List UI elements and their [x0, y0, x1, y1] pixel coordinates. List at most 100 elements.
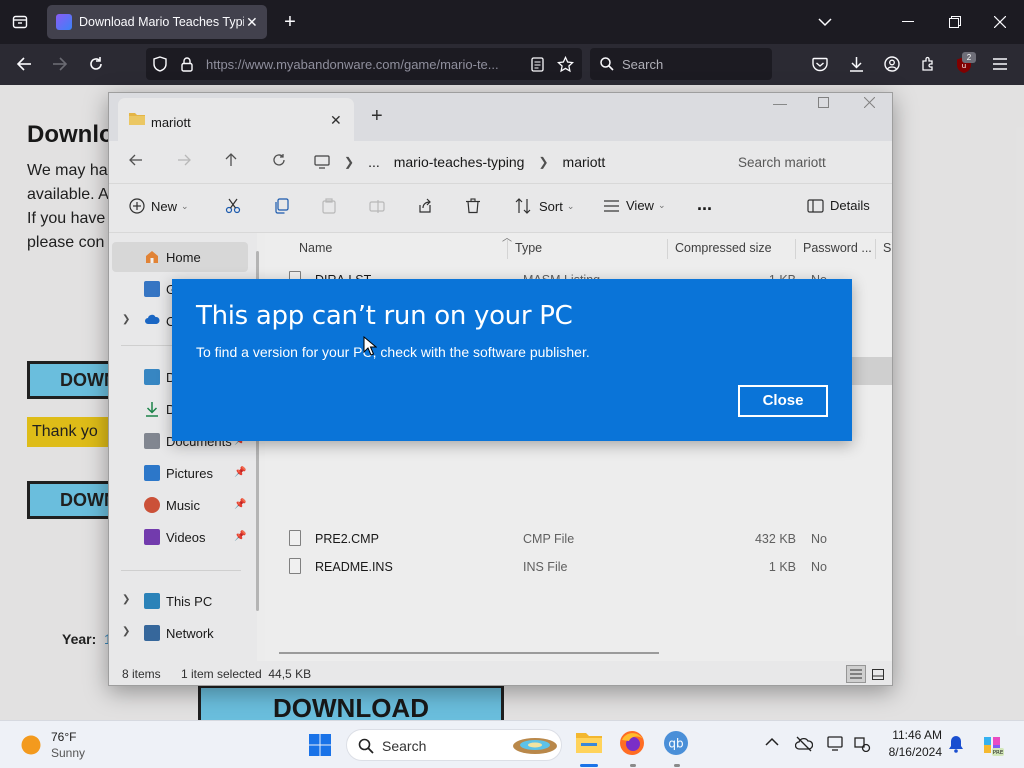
chevron-right-icon[interactable]: ❯	[122, 314, 130, 325]
tab-list-icon[interactable]	[10, 12, 30, 32]
notification-bell-icon[interactable]	[948, 735, 964, 753]
table-row[interactable]: README.INS INS File 1 KB No	[285, 553, 891, 581]
weather-temperature[interactable]: 76°F	[51, 730, 76, 744]
downloads-icon[interactable]	[846, 54, 866, 74]
copy-button[interactable]	[273, 198, 289, 214]
tiles-view-icon[interactable]	[869, 665, 887, 683]
see-more-button[interactable]: ...	[697, 194, 712, 215]
browser-search-bar[interactable]: Search	[590, 48, 772, 80]
taskbar-search-box[interactable]: Search	[346, 729, 562, 761]
extensions-icon[interactable]	[918, 54, 938, 74]
sidebar-item-pictures[interactable]: Pictures 📌	[112, 458, 248, 488]
file-explorer-taskbar-icon[interactable]	[575, 730, 605, 760]
sidebar-item-music[interactable]: Music 📌	[112, 490, 248, 520]
breadcrumb-item-mariott[interactable]: mariott	[563, 154, 606, 170]
explorer-tab[interactable]: mariott ✕	[118, 98, 354, 142]
weather-description[interactable]: Sunny	[51, 746, 85, 760]
bookmark-star-icon[interactable]	[555, 54, 575, 74]
details-button[interactable]: Details	[807, 198, 870, 213]
clock-date[interactable]: 8/16/2024	[882, 745, 942, 759]
browser-tab[interactable]: Download Mario Teaches Typing ✕	[47, 5, 267, 39]
forward-icon[interactable]	[50, 54, 70, 74]
pin-icon[interactable]: 📌	[234, 531, 246, 542]
sidebar-item-home[interactable]: Home	[112, 242, 248, 272]
explorer-forward-icon[interactable]	[177, 153, 191, 167]
menu-icon[interactable]	[990, 54, 1010, 74]
details-view-icon[interactable]	[846, 665, 866, 683]
reload-icon[interactable]	[86, 54, 106, 74]
url-text[interactable]: https://www.myabandonware.com/game/mario…	[206, 57, 518, 72]
cut-button[interactable]	[225, 198, 241, 214]
explorer-tab-close-icon[interactable]: ✕	[330, 112, 342, 129]
pocket-icon[interactable]	[810, 54, 830, 74]
account-icon[interactable]	[882, 54, 902, 74]
chevron-down-icon: ⌄	[566, 200, 575, 211]
explorer-up-icon[interactable]	[224, 153, 238, 167]
restore-icon[interactable]	[945, 12, 965, 32]
clock-time[interactable]: 11:46 AM	[882, 728, 942, 742]
pin-icon[interactable]: 📌	[234, 499, 246, 510]
sidebar-item-this-pc[interactable]: ❯ This PC	[112, 586, 248, 616]
explorer-search-box[interactable]: Search mariott	[724, 148, 890, 176]
column-header-type[interactable]: Type	[515, 241, 542, 255]
horizontal-scrollbar[interactable]	[279, 652, 659, 654]
tracking-shield-icon[interactable]	[151, 55, 169, 73]
back-icon[interactable]	[14, 54, 34, 74]
column-divider[interactable]	[667, 239, 668, 259]
lock-icon[interactable]	[178, 55, 196, 73]
file-size: 1 KB	[768, 560, 796, 574]
breadcrumb-overflow[interactable]: ...	[368, 154, 380, 170]
share-icon	[419, 198, 431, 213]
sidebar-item-videos[interactable]: Videos 📌	[112, 522, 248, 552]
column-divider[interactable]	[795, 239, 796, 259]
delete-button[interactable]	[465, 198, 481, 214]
chevron-right-icon[interactable]: ❯	[122, 626, 130, 637]
explorer-new-tab-icon[interactable]: +	[371, 105, 383, 128]
sidebar-item-network[interactable]: ❯ Network	[112, 618, 248, 648]
firefox-taskbar-icon[interactable]	[619, 730, 649, 760]
weather-sun-icon[interactable]	[20, 734, 42, 756]
explorer-maximize-icon[interactable]	[818, 97, 829, 108]
tab-close-icon[interactable]: ✕	[246, 14, 258, 31]
desktop-icon	[144, 369, 160, 385]
dialog-close-button[interactable]: Close	[738, 385, 828, 417]
column-header-size[interactable]: Si	[883, 241, 892, 255]
breadcrumb-item-mario-teaches-typing[interactable]: mario-teaches-typing	[394, 154, 525, 170]
column-header-password[interactable]: Password ...	[803, 241, 872, 255]
column-header-compressed-size[interactable]: Compressed size	[675, 241, 772, 255]
table-row[interactable]: PRE2.CMP CMP File 432 KB No	[285, 525, 891, 553]
rename-button[interactable]	[369, 198, 385, 214]
list-all-tabs-icon[interactable]	[815, 12, 835, 32]
chevron-right-icon[interactable]: ❯	[122, 594, 130, 605]
cloud-offline-icon[interactable]	[795, 736, 813, 752]
minimize-icon[interactable]	[898, 12, 918, 32]
column-divider[interactable]	[875, 239, 876, 259]
monitor-icon[interactable]	[314, 155, 330, 169]
details-pane-icon	[807, 198, 824, 213]
explorer-minimize-icon[interactable]: —	[773, 95, 787, 111]
pin-icon[interactable]: 📌	[234, 467, 246, 478]
new-button[interactable]: New ⌄	[129, 198, 189, 214]
breadcrumb[interactable]: ❯ ... mario-teaches-typing ❯ mariott	[314, 149, 714, 175]
new-tab-icon[interactable]: +	[280, 11, 300, 33]
details-label: Details	[830, 198, 870, 213]
copilot-icon[interactable]: PRE	[980, 733, 1004, 757]
explorer-close-icon[interactable]	[864, 97, 875, 108]
explorer-refresh-icon[interactable]	[272, 153, 286, 167]
column-divider[interactable]	[507, 239, 508, 259]
tray-overflow-chevron-icon[interactable]	[765, 737, 779, 747]
windows-start-icon[interactable]	[309, 734, 331, 756]
explorer-back-icon[interactable]	[129, 153, 143, 167]
network-settings-icon[interactable]	[853, 736, 871, 752]
paste-button[interactable]	[321, 198, 337, 214]
display-icon[interactable]	[827, 736, 845, 752]
reader-view-icon[interactable]	[528, 55, 546, 73]
column-header-name[interactable]: Name	[299, 241, 332, 255]
sort-button[interactable]: Sort ⌄	[515, 198, 574, 214]
browser-close-icon[interactable]	[990, 12, 1010, 32]
qbittorrent-taskbar-icon[interactable]: qb	[663, 730, 693, 760]
svg-text:qb: qb	[668, 737, 683, 751]
url-bar[interactable]: https://www.myabandonware.com/game/mario…	[146, 48, 582, 80]
view-button[interactable]: View ⌄	[603, 198, 666, 213]
share-button[interactable]	[417, 198, 433, 214]
